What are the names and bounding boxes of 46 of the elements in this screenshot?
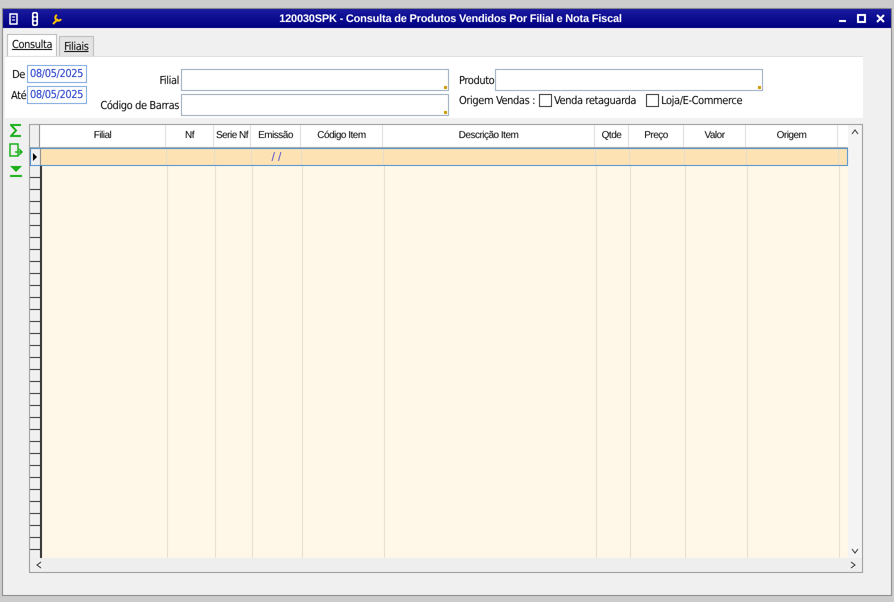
column-header[interactable]: Origem — [746, 125, 838, 147]
column-header[interactable]: Preço — [629, 125, 684, 147]
column-header[interactable]: Nf — [166, 125, 214, 147]
table-cell: / / — [252, 149, 302, 165]
traffic-light-icon[interactable] — [29, 12, 41, 26]
checkbox[interactable] — [646, 94, 660, 107]
column-header[interactable]: Filial — [40, 125, 166, 147]
vertical-scrollbar[interactable] — [848, 125, 862, 558]
column-header[interactable]: Descrição Item — [383, 125, 595, 147]
column-header[interactable]: Valor — [684, 125, 746, 147]
sigma-icon[interactable] — [10, 124, 22, 137]
tab[interactable]: Filiais — [59, 36, 94, 56]
field-label: Origem Vendas : — [459, 94, 536, 107]
document-icon[interactable] — [9, 12, 19, 24]
date-label: De — [11, 68, 25, 80]
close-icon[interactable] — [876, 14, 885, 23]
checkbox-label: Loja/E-Commerce — [661, 94, 742, 107]
field-label: Código de Barras — [99, 98, 179, 112]
checkbox-label: Venda retaguarda — [554, 94, 636, 107]
scroll-right-icon[interactable] — [850, 561, 856, 569]
checkbox[interactable] — [539, 94, 552, 107]
field-label: Produto — [459, 74, 493, 86]
tab[interactable]: Consulta — [7, 34, 58, 56]
horizontal-scrollbar[interactable] — [30, 558, 862, 572]
scroll-up-icon[interactable] — [851, 129, 859, 135]
wrench-icon[interactable] — [51, 12, 63, 24]
input-field[interactable] — [181, 69, 449, 91]
field-label: Filial — [158, 74, 179, 86]
column-header[interactable]: Código Item — [301, 125, 383, 147]
window-title: 120030SPK - Consulta de Produtos Vendidos Por Filial e Nota Fiscal — [278, 12, 623, 24]
scroll-left-icon[interactable] — [36, 561, 42, 569]
date-label: Até — [11, 88, 25, 102]
column-header[interactable]: Serie Nf — [214, 125, 251, 147]
column-header[interactable]: Emissão — [251, 125, 301, 147]
input-field[interactable] — [181, 94, 449, 116]
table-row[interactable]: / / — [30, 148, 848, 166]
date-field[interactable]: 08/05/2025 — [27, 65, 87, 83]
filter-icon[interactable] — [10, 165, 22, 177]
column-header[interactable]: Qtde — [595, 125, 629, 147]
input-field[interactable] — [495, 69, 763, 91]
header-corner — [30, 125, 40, 147]
row-selector[interactable] — [31, 149, 41, 165]
maximize-icon[interactable] — [857, 14, 866, 23]
export-icon[interactable] — [9, 143, 23, 159]
scroll-down-icon[interactable] — [851, 548, 859, 554]
date-field[interactable]: 08/05/2025 — [27, 86, 87, 104]
